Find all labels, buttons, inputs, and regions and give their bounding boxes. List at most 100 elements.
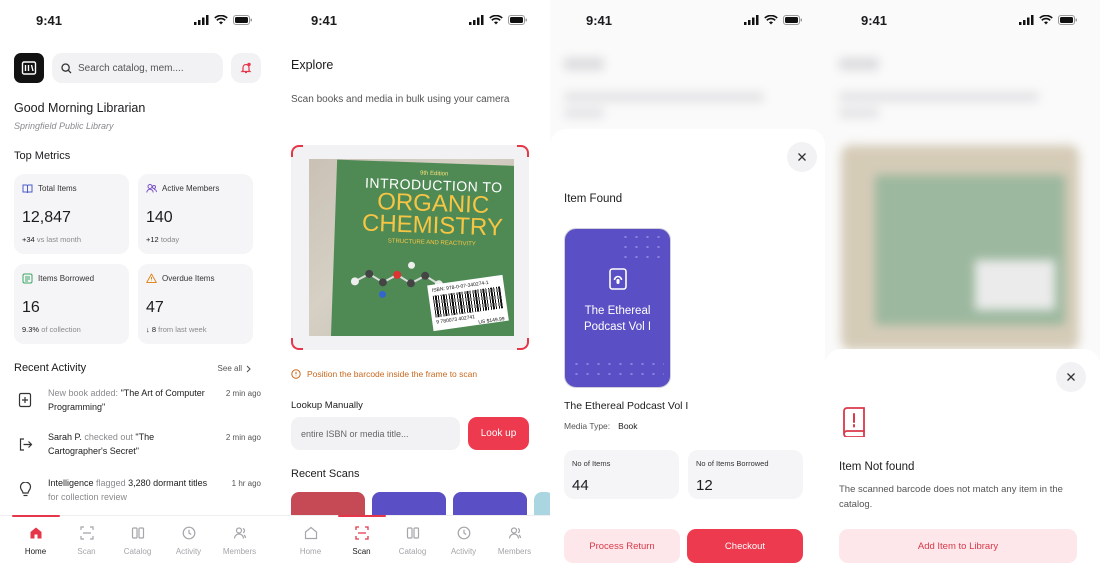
add-item-button[interactable]: Add Item to Library xyxy=(839,529,1077,563)
tab-members[interactable]: Members xyxy=(216,526,264,577)
activity-item[interactable]: Intelligence flagged 3,280 dormant title… xyxy=(14,477,261,504)
stat-card-items: No of Items 44 xyxy=(564,450,679,499)
tab-catalog[interactable]: Catalog xyxy=(389,526,437,577)
tab-members[interactable]: Members xyxy=(491,526,539,577)
page-description: Scan books and media in bulk using your … xyxy=(291,94,510,105)
podcast-icon xyxy=(608,267,628,296)
chevron-right-icon xyxy=(246,365,251,372)
metric-delta: ↓ 8 xyxy=(146,325,157,334)
metric-label: Items Borrowed xyxy=(38,274,95,283)
activity-tail: 3,280 dormant titles xyxy=(128,478,208,488)
tab-activity[interactable]: Activity xyxy=(165,526,213,577)
tab-label: Members xyxy=(222,547,257,556)
status-icons xyxy=(469,15,528,25)
checkout-button[interactable]: Checkout xyxy=(687,529,803,563)
tab-home[interactable]: Home xyxy=(287,526,335,577)
home-icon xyxy=(30,527,41,539)
metric-delta: +12 xyxy=(146,235,159,244)
scan-icon xyxy=(354,526,369,540)
frame-corner xyxy=(291,338,303,350)
wifi-icon xyxy=(764,15,778,25)
metric-label: Overdue Items xyxy=(162,274,215,283)
clock-icon xyxy=(182,526,195,540)
barcode-label: ISBN: 978-0-07-340274-1 9 780073 402741 … xyxy=(427,274,509,332)
metric-note: vs last month xyxy=(36,235,82,244)
status-bar: 9:41 xyxy=(550,0,825,40)
search-placeholder: Search catalog, mem.... xyxy=(78,62,184,74)
tab-scan[interactable]: Scan xyxy=(337,515,386,577)
metric-card-items-borrowed[interactable]: Items Borrowed 16 9.3% of collection xyxy=(14,264,129,344)
library-logo-icon[interactable] xyxy=(14,53,44,83)
status-time: 9:41 xyxy=(586,12,613,28)
list-icon xyxy=(22,273,33,284)
activity-lead: Intelligence xyxy=(48,478,94,488)
signal-icon xyxy=(744,15,759,25)
lookup-label: Lookup Manually xyxy=(291,400,363,411)
home-icon xyxy=(304,526,317,540)
bell-icon xyxy=(240,62,252,74)
status-time: 9:41 xyxy=(36,12,63,28)
metric-card-active-members[interactable]: Active Members 140 +12 today xyxy=(138,174,253,254)
tab-home[interactable]: Home xyxy=(11,515,60,577)
metric-note: from last week xyxy=(158,325,207,334)
metric-delta: +34 xyxy=(22,235,35,244)
isbn-search-input[interactable]: entire ISBN or media title... xyxy=(291,417,460,450)
search-input[interactable]: Search catalog, mem.... xyxy=(52,53,223,83)
activity-lead: New book added: xyxy=(48,388,121,398)
book-alert-icon xyxy=(841,407,867,442)
tab-catalog[interactable]: Catalog xyxy=(114,526,162,577)
media-type-value: Book xyxy=(618,421,638,431)
tab-label: Activity xyxy=(450,547,477,556)
scan-hint-text: Position the barcode inside the frame to… xyxy=(307,369,478,379)
lightbulb-icon xyxy=(14,479,36,501)
signal-icon xyxy=(1019,15,1034,25)
notifications-button[interactable] xyxy=(231,53,261,83)
metric-note: of collection xyxy=(41,325,81,334)
camera-viewfinder[interactable]: 9th Edition INTRODUCTION TO ORGANIC CHEM… xyxy=(291,145,529,350)
status-icons xyxy=(1019,15,1078,25)
checkout-icon xyxy=(14,433,36,455)
metric-card-total-items[interactable]: Total Items 12,847 +34 vs last month xyxy=(14,174,129,254)
activity-time: 1 hr ago xyxy=(231,479,261,488)
tab-label: Members xyxy=(497,547,532,556)
sheet-description: The scanned barcode does not match any i… xyxy=(839,484,1063,510)
see-all-label: See all xyxy=(217,364,242,373)
activity-item[interactable]: Sarah P. checked out "The Cartographer's… xyxy=(14,431,261,458)
tab-activity[interactable]: Activity xyxy=(440,526,488,577)
process-return-button[interactable]: Process Return xyxy=(564,529,680,563)
activity-item[interactable]: New book added: "The Art of Computer Pro… xyxy=(14,387,261,414)
book-icon xyxy=(22,184,33,194)
stat-value: 44 xyxy=(572,477,589,494)
catalog-icon xyxy=(131,527,144,539)
tab-bar: Home Scan Catalog Activity Members xyxy=(275,515,550,577)
metric-card-overdue-items[interactable]: Overdue Items 47 ↓ 8 from last week xyxy=(138,264,253,344)
signal-icon xyxy=(469,15,484,25)
catalog-icon xyxy=(406,527,419,539)
activity-highlight: checked out xyxy=(81,432,136,442)
media-type-label: Media Type: xyxy=(564,421,611,431)
members-icon xyxy=(233,527,246,539)
see-all-link[interactable]: See all xyxy=(218,364,251,373)
close-button[interactable] xyxy=(1056,362,1086,392)
tab-label: Scan xyxy=(352,547,371,556)
tab-label: Catalog xyxy=(398,547,427,556)
metric-value: 16 xyxy=(22,299,40,316)
scan-hint: Position the barcode inside the frame to… xyxy=(291,369,477,379)
item-cover-card: The Ethereal Podcast Vol I xyxy=(564,228,671,388)
status-bar: 9:41 xyxy=(275,0,550,40)
wifi-icon xyxy=(489,15,503,25)
sheet-title: Item Not found xyxy=(839,461,915,473)
tab-label: Scan xyxy=(77,547,96,556)
book-title-line: CHEMISTRY xyxy=(361,209,504,242)
tab-scan[interactable]: Scan xyxy=(63,526,111,577)
signal-icon xyxy=(194,15,209,25)
battery-icon xyxy=(508,15,527,25)
activity-time: 2 min ago xyxy=(225,389,261,398)
tab-label: Home xyxy=(24,547,47,556)
stat-card-borrowed: No of Items Borrowed 12 xyxy=(688,450,803,499)
status-bar: 9:41 xyxy=(825,0,1100,40)
close-button[interactable] xyxy=(787,142,817,172)
lookup-button[interactable]: Look up xyxy=(468,417,529,450)
battery-icon xyxy=(233,15,252,25)
frame-corner xyxy=(291,145,303,157)
